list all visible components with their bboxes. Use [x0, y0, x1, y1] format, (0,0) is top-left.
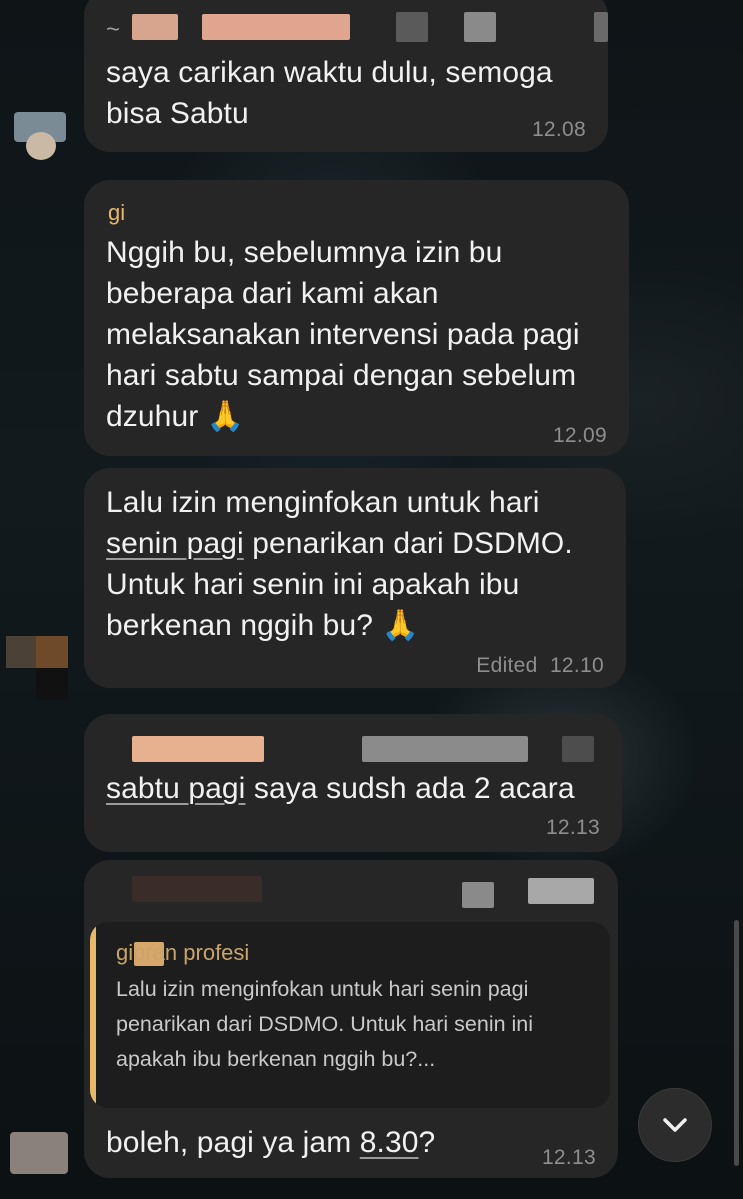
underlined-link[interactable]: 8.30: [360, 1126, 419, 1159]
message-time: 12.13: [545, 816, 600, 839]
redacted-block: [132, 14, 178, 40]
message-text: sabtu pagi saya sudsh ada 2 acara: [106, 772, 575, 805]
redacted-block: [132, 736, 264, 762]
folded-hands-emoji: 🙏: [206, 400, 245, 433]
message-bubble[interactable]: gi Nggih bu, sebelumnya izin bu beberapa…: [84, 180, 629, 456]
underlined-link[interactable]: sabtu pagi: [106, 772, 245, 805]
message-bubble[interactable]: gibran profesi Lalu izin menginfokan unt…: [84, 860, 618, 1178]
sender-name: ~: [106, 16, 121, 43]
redacted-block: [464, 12, 496, 42]
quote-text: Lalu izin menginfokan untuk hari senin p…: [116, 977, 534, 1071]
message-time: 12.08: [531, 118, 586, 141]
redacted-block: [528, 878, 594, 904]
underlined-link[interactable]: senin pagi: [106, 527, 244, 560]
redacted-block: [396, 12, 428, 42]
message-time: Edited 12.10: [476, 654, 604, 677]
message-bubble[interactable]: sabtu pagi saya sudsh ada 2 acara 12.13: [84, 714, 622, 852]
redacted-block: [132, 876, 262, 902]
message-text: Lalu izin menginfokan untuk hari senin p…: [106, 482, 573, 646]
sender-name: gi: [108, 200, 126, 225]
avatar[interactable]: [6, 636, 68, 702]
quote-accent-bar: [90, 922, 96, 1108]
scroll-down-button[interactable]: [638, 1088, 712, 1162]
redacted-block: [362, 736, 528, 762]
redacted-block: [462, 882, 494, 908]
message-text: saya carikan waktu dulu, semoga bisa Sab…: [106, 56, 553, 130]
message-text: boleh, pagi ya jam 8.30?: [106, 1126, 436, 1159]
chevron-down-icon: [663, 1118, 687, 1132]
edited-label: Edited: [476, 654, 538, 677]
avatar[interactable]: [10, 1132, 68, 1174]
message-bubble[interactable]: Lalu izin menginfokan untuk hari senin p…: [84, 468, 626, 688]
avatar[interactable]: [14, 112, 66, 160]
message-time: 12.13: [541, 1146, 596, 1169]
message-bubble[interactable]: ~ saya carikan waktu dulu, semoga bisa S…: [84, 0, 608, 152]
redacted-block: [594, 12, 608, 42]
quote-sender: gibran profesi: [116, 940, 250, 965]
message-time: 12.09: [552, 424, 607, 447]
reply-quote[interactable]: gibran profesi Lalu izin menginfokan unt…: [90, 922, 610, 1108]
message-text: Nggih bu, sebelumnya izin bu beberapa da…: [106, 232, 580, 437]
redacted-block: [202, 14, 350, 40]
scrollbar[interactable]: [734, 920, 739, 1166]
folded-hands-emoji: 🙏: [381, 609, 419, 642]
redacted-block: [562, 736, 594, 762]
